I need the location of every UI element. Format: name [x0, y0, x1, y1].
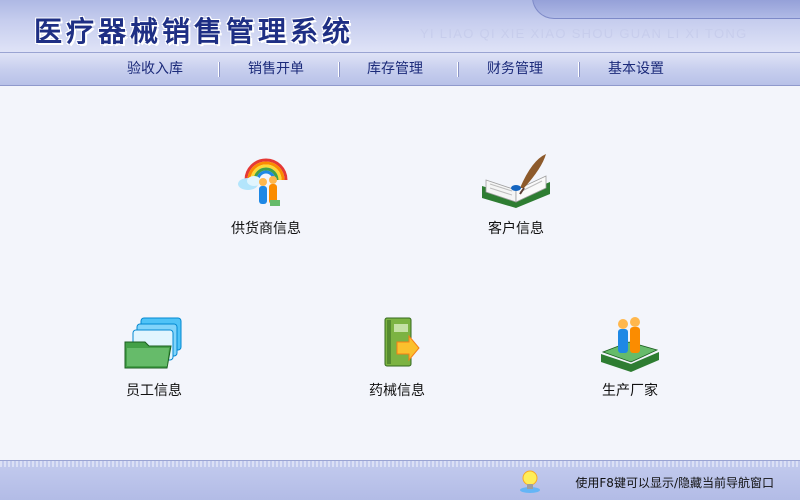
app-window: 医疗器械销售管理系统 YI LIAO QI XIE XIAO SHOU GUAN…	[0, 0, 800, 500]
status-bar: 使用F8键可以显示/隐藏当前导航窗口	[0, 460, 800, 500]
main-nav: 验收入库 销售开单 库存管理 财务管理 基本设置	[0, 53, 800, 86]
nav-item-inventory[interactable]: 库存管理	[367, 53, 423, 85]
folder-stack-icon	[124, 317, 182, 369]
module-label: 客户信息	[488, 221, 544, 237]
header-decoration	[532, 0, 800, 19]
module-panel: 供货商信息 客户信息 员工信息 药械信息 生产厂家	[0, 86, 800, 460]
module-manufacturer[interactable]: 生产厂家	[570, 312, 690, 400]
module-label: 生产厂家	[602, 383, 658, 399]
module-label: 员工信息	[126, 383, 182, 399]
nav-item-sales-order[interactable]: 销售开单	[248, 53, 304, 85]
module-employee-info[interactable]: 员工信息	[94, 312, 214, 400]
rainbow-people-icon	[238, 158, 288, 206]
nav-separator	[218, 62, 220, 77]
module-label: 供货商信息	[231, 221, 301, 237]
module-device-info[interactable]: 药械信息	[337, 312, 457, 400]
book-arrow-icon	[384, 317, 420, 367]
footer-decoration	[0, 461, 800, 467]
nav-item-basic-settings[interactable]: 基本设置	[608, 53, 664, 85]
open-book-quill-icon	[482, 154, 550, 208]
nav-separator	[457, 62, 459, 77]
lightbulb-icon	[520, 470, 540, 493]
f8-hint-text: 使用F8键可以显示/隐藏当前导航窗口	[575, 476, 774, 490]
nav-item-finance[interactable]: 财务管理	[487, 53, 543, 85]
app-subtitle-pinyin: YI LIAO QI XIE XIAO SHOU GUAN LI XI TONG	[420, 26, 748, 41]
nav-separator	[338, 62, 340, 77]
nav-separator	[578, 62, 580, 77]
app-title: 医疗器械销售管理系统	[34, 15, 355, 48]
module-label: 药械信息	[369, 383, 425, 399]
module-customer-info[interactable]: 客户信息	[456, 150, 576, 238]
module-supplier-info[interactable]: 供货商信息	[206, 150, 326, 238]
nav-item-receiving[interactable]: 验收入库	[127, 53, 183, 85]
people-on-book-icon	[601, 317, 659, 372]
title-banner: 医疗器械销售管理系统 YI LIAO QI XIE XIAO SHOU GUAN…	[0, 0, 800, 53]
